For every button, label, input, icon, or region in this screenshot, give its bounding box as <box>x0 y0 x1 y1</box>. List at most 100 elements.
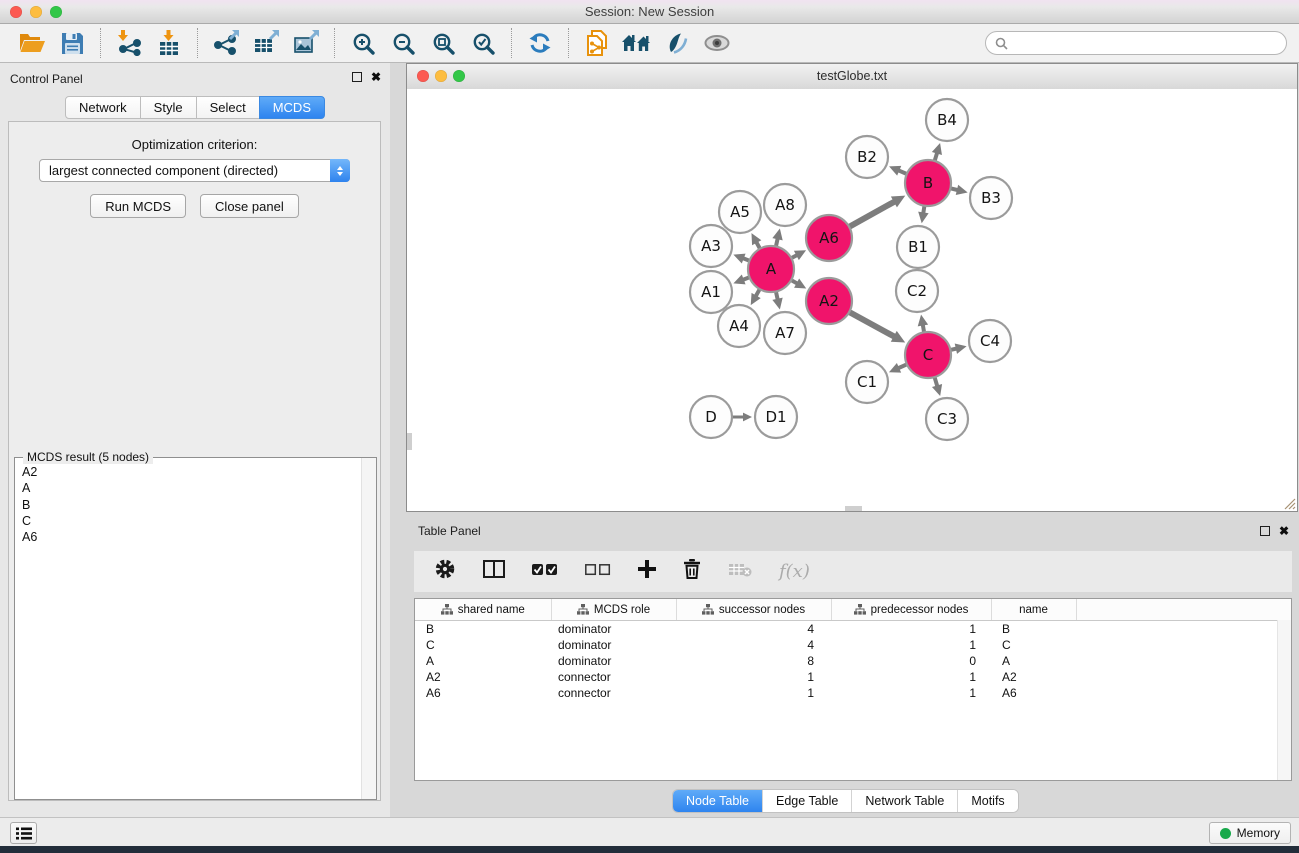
table-row[interactable]: Cdominator41C <box>415 637 1291 653</box>
deselect-all-button[interactable] <box>585 563 611 581</box>
import-network-button[interactable] <box>111 27 147 59</box>
table-cell[interactable]: A6 <box>991 685 1076 701</box>
table-cell[interactable]: C <box>991 637 1076 653</box>
float-table-panel-icon[interactable] <box>1260 526 1270 536</box>
function-builder-button[interactable]: f(x) <box>779 561 810 582</box>
export-network-button[interactable] <box>208 27 244 59</box>
tab-style[interactable]: Style <box>140 96 197 119</box>
table-cell[interactable]: B <box>415 621 551 638</box>
column-header-predecessor-nodes[interactable]: predecessor nodes <box>831 599 991 621</box>
refresh-button[interactable] <box>522 27 558 59</box>
memory-button[interactable]: Memory <box>1209 822 1291 844</box>
delete-table-button[interactable] <box>728 561 752 582</box>
column-header-successor-nodes[interactable]: successor nodes <box>676 599 831 621</box>
column-header-MCDS-role[interactable]: MCDS role <box>551 599 676 621</box>
mcds-result-item[interactable]: B <box>22 497 376 513</box>
network-canvas[interactable]: AA6A2BCA1A3A4A5A7A8B1B2B3B4C1C2C3C4DD1 <box>407 89 1297 511</box>
table-cell[interactable]: 4 <box>676 637 831 653</box>
table-cell[interactable]: connector <box>551 685 676 701</box>
graph-edge-B-B3[interactable] <box>950 188 958 190</box>
graph-edge-B-B4[interactable] <box>935 153 938 161</box>
duplicate-network-button[interactable] <box>579 27 615 59</box>
export-image-button[interactable] <box>288 27 324 59</box>
open-session-button[interactable] <box>14 27 50 59</box>
tab-motifs[interactable]: Motifs <box>957 790 1017 812</box>
column-header-name[interactable]: name <box>991 599 1076 621</box>
tab-mcds[interactable]: MCDS <box>259 96 325 119</box>
graph-edge-A-A5[interactable] <box>756 242 760 249</box>
close-table-panel-icon[interactable]: ✖ <box>1279 526 1289 536</box>
table-cell[interactable]: A2 <box>991 669 1076 685</box>
column-header-shared-name[interactable]: shared name <box>415 599 551 621</box>
tab-network-table[interactable]: Network Table <box>851 790 957 812</box>
table-cell[interactable]: 0 <box>831 653 991 669</box>
float-panel-icon[interactable] <box>352 72 362 82</box>
table-cell[interactable]: B <box>991 621 1076 638</box>
mcds-result-item[interactable]: C <box>22 513 376 529</box>
graph-edge-C-C1[interactable] <box>898 364 907 368</box>
tab-network[interactable]: Network <box>65 96 141 119</box>
graph-edge-C-C3[interactable] <box>935 377 938 386</box>
tab-select[interactable]: Select <box>196 96 260 119</box>
graph-edge-A-A8[interactable] <box>776 238 778 246</box>
table-cell[interactable]: 1 <box>676 685 831 701</box>
run-mcds-button[interactable]: Run MCDS <box>90 194 186 218</box>
table-cell[interactable]: dominator <box>551 653 676 669</box>
table-cell[interactable]: 8 <box>676 653 831 669</box>
graph-edge-B-B1[interactable] <box>923 206 924 214</box>
zoom-selected-button[interactable] <box>465 27 501 59</box>
table-settings-button[interactable] <box>434 558 456 585</box>
table-cell[interactable]: connector <box>551 669 676 685</box>
close-panel-button[interactable]: Close panel <box>200 194 299 218</box>
zoom-fit-button[interactable] <box>425 27 461 59</box>
table-cell[interactable]: 1 <box>676 669 831 685</box>
graph-edge-C-C2[interactable] <box>923 325 924 333</box>
add-column-button[interactable] <box>638 560 656 583</box>
table-cell[interactable]: A2 <box>415 669 551 685</box>
table-cell[interactable]: dominator <box>551 637 676 653</box>
graph-edge-A-A7[interactable] <box>776 291 778 299</box>
search-input[interactable] <box>1014 35 1277 51</box>
graph-edge-A-A4[interactable] <box>756 289 760 296</box>
vertical-scroll-nub[interactable] <box>407 433 412 450</box>
graph-edge-A6-B[interactable] <box>849 201 895 226</box>
result-scrollbar[interactable] <box>361 458 376 799</box>
import-table-button[interactable] <box>151 27 187 59</box>
search-field[interactable] <box>985 31 1287 55</box>
zoom-out-button[interactable] <box>385 27 421 59</box>
table-cell[interactable]: A <box>991 653 1076 669</box>
delete-column-button[interactable] <box>683 559 701 584</box>
home-button[interactable] <box>619 27 655 59</box>
table-cell[interactable]: A6 <box>415 685 551 701</box>
table-row[interactable]: A6connector11A6 <box>415 685 1291 701</box>
mcds-result-item[interactable]: A6 <box>22 529 376 545</box>
table-cell[interactable]: 1 <box>831 637 991 653</box>
resize-grip-icon[interactable] <box>1282 496 1296 510</box>
mcds-result-item[interactable]: A <box>22 480 376 496</box>
table-row[interactable]: Adominator80A <box>415 653 1291 669</box>
split-panel-button[interactable] <box>483 560 505 583</box>
table-cell[interactable]: C <box>415 637 551 653</box>
show-hide-button[interactable] <box>699 27 735 59</box>
network-graph[interactable]: AA6A2BCA1A3A4A5A7A8B1B2B3B4C1C2C3C4DD1 <box>407 89 1297 511</box>
table-scrollbar[interactable] <box>1277 620 1291 780</box>
table-cell[interactable]: 1 <box>831 669 991 685</box>
table-cell[interactable]: A <box>415 653 551 669</box>
tab-node-table[interactable]: Node Table <box>673 790 762 812</box>
table-cell[interactable]: 1 <box>831 685 991 701</box>
close-panel-icon[interactable]: ✖ <box>371 72 381 82</box>
graph-edge-A2-C[interactable] <box>849 312 894 337</box>
tab-edge-table[interactable]: Edge Table <box>762 790 851 812</box>
panel-menu-button[interactable] <box>10 822 37 844</box>
table-cell[interactable]: dominator <box>551 621 676 638</box>
table-row[interactable]: Bdominator41B <box>415 621 1291 638</box>
horizontal-scroll-nub[interactable] <box>845 506 862 511</box>
save-session-button[interactable] <box>54 27 90 59</box>
select-all-button[interactable] <box>532 563 558 581</box>
criterion-dropdown[interactable]: largest connected component (directed) <box>39 159 350 182</box>
mcds-result-item[interactable]: A2 <box>22 464 376 480</box>
graph-edge-B-B2[interactable] <box>898 170 907 174</box>
table-row[interactable]: A2connector11A2 <box>415 669 1291 685</box>
table-cell[interactable]: 4 <box>676 621 831 638</box>
zoom-in-button[interactable] <box>345 27 381 59</box>
